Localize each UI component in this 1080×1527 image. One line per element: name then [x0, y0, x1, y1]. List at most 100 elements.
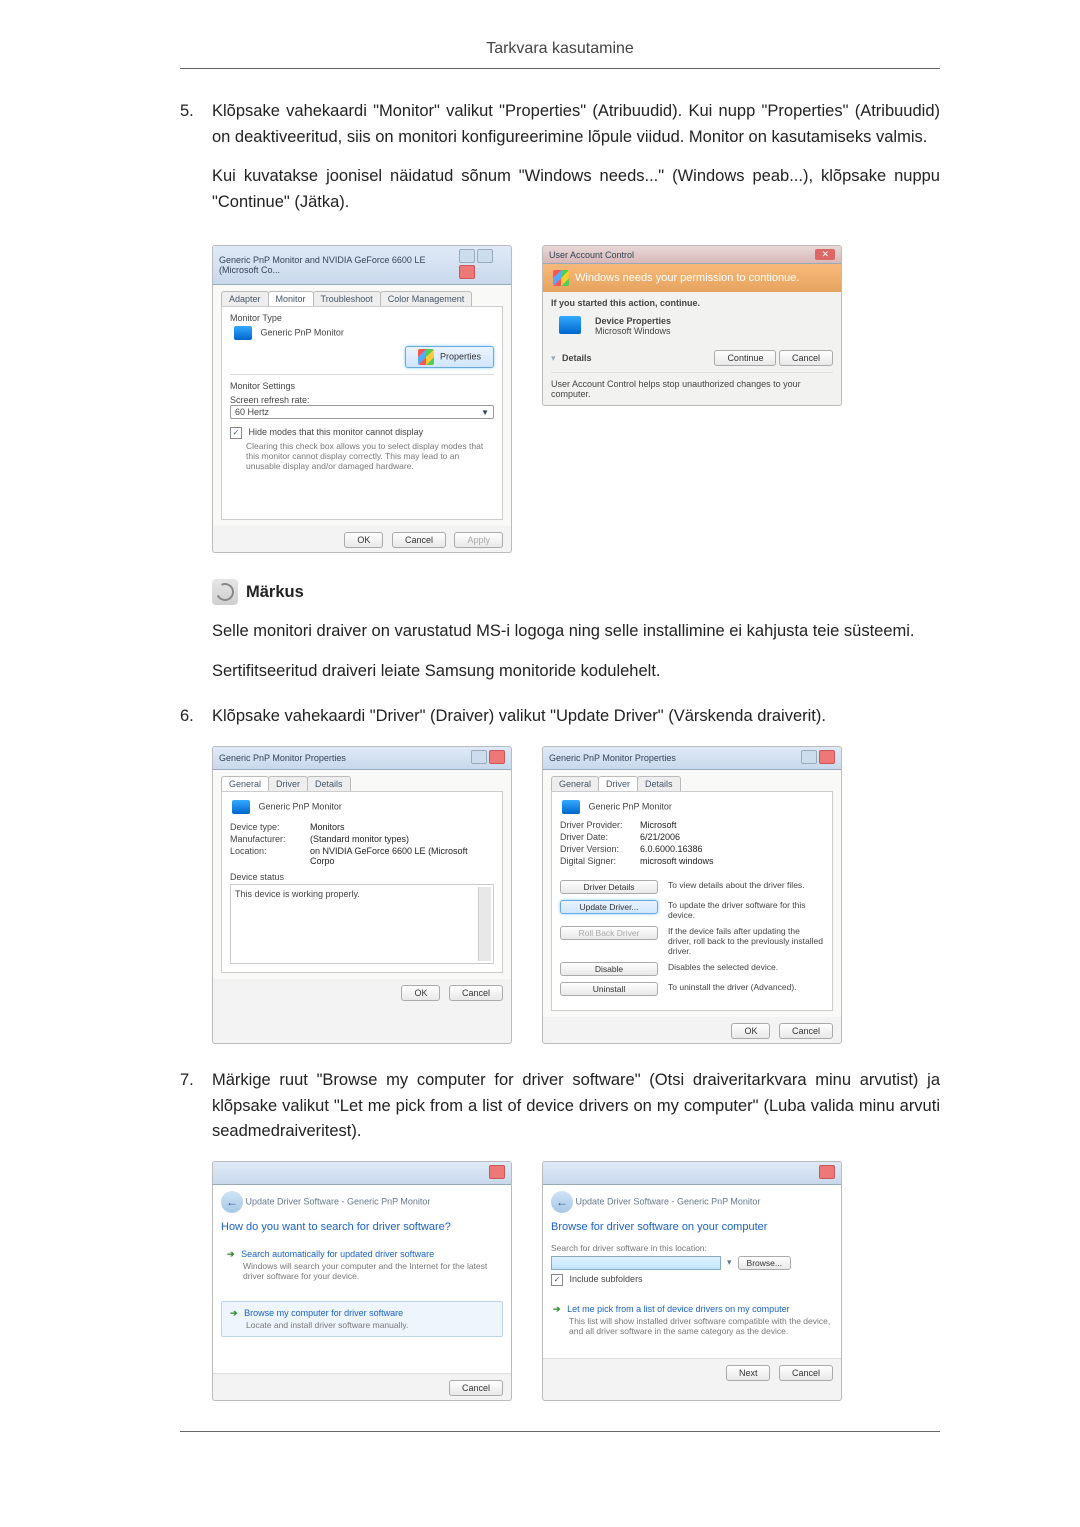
update-driver-button[interactable]: Update Driver...	[560, 900, 658, 914]
driver-details-button[interactable]: Driver Details	[560, 880, 658, 894]
tab-general[interactable]: General	[221, 776, 269, 791]
shield-icon	[553, 270, 569, 286]
close-icon[interactable]	[819, 750, 835, 764]
back-arrow-icon[interactable]: ←	[221, 1191, 243, 1213]
cancel-button[interactable]: Cancel	[779, 1023, 833, 1039]
step-5-text2: Kui kuvatakse joonisel näidatud sõnum "W…	[212, 164, 940, 215]
uninstall-driver-button[interactable]: Uninstall	[560, 982, 658, 996]
tab-general[interactable]: General	[551, 776, 599, 791]
screenshot-row-1: Generic PnP Monitor and NVIDIA GeForce 6…	[212, 245, 940, 553]
hide-modes-checkbox[interactable]	[230, 427, 246, 437]
window-titlebar	[543, 1162, 841, 1185]
ok-button[interactable]: OK	[344, 532, 383, 548]
option-browse-computer[interactable]: ➔ Browse my computer for driver software…	[221, 1301, 503, 1337]
tab-driver[interactable]: Driver	[598, 776, 638, 791]
driver-provider-value: Microsoft	[640, 820, 824, 830]
close-icon[interactable]: ✕	[815, 249, 835, 260]
window-buttons	[799, 750, 835, 766]
option-pick-from-list[interactable]: ➔ Let me pick from a list of device driv…	[553, 1304, 831, 1315]
window-title: Generic PnP Monitor Properties	[549, 753, 676, 763]
uac-banner-text: Windows needs your permission to contion…	[575, 272, 799, 284]
window-titlebar: Generic PnP Monitor Properties	[543, 747, 841, 770]
tab-details[interactable]: Details	[637, 776, 681, 791]
screenshot-row-2: Generic PnP Monitor Properties General D…	[212, 746, 940, 1044]
monitor-name: Generic PnP Monitor	[261, 328, 344, 338]
cancel-button[interactable]: Cancel	[449, 985, 503, 1001]
step-5-text: Klõpsake vahekaardi "Monitor" valikut "P…	[212, 99, 940, 150]
program-icon	[559, 316, 581, 334]
uac-program-name: Device Properties	[595, 316, 671, 326]
window-titlebar: Generic PnP Monitor and NVIDIA GeForce 6…	[213, 246, 511, 285]
location-key: Location:	[230, 846, 310, 866]
include-subfolders-checkbox[interactable]	[551, 1274, 567, 1284]
location-value: on NVIDIA GeForce 6600 LE (Microsoft Cor…	[310, 846, 494, 866]
cancel-button[interactable]: Cancel	[392, 532, 446, 548]
uac-banner: Windows needs your permission to contion…	[543, 264, 841, 292]
step-6: 6. Klõpsake vahekaardi "Driver" (Draiver…	[180, 704, 940, 730]
uninstall-driver-desc: To uninstall the driver (Advanced).	[668, 982, 824, 992]
driver-version-value: 6.0.6000.16386	[640, 844, 824, 854]
browse-button[interactable]: Browse...	[738, 1256, 791, 1270]
cancel-button[interactable]: Cancel	[779, 1365, 833, 1381]
digital-signer-key: Digital Signer:	[560, 856, 640, 866]
monitor-icon	[562, 800, 580, 814]
arrow-right-icon: ➔	[227, 1249, 235, 1259]
back-arrow-icon[interactable]: ←	[551, 1191, 573, 1213]
driver-provider-key: Driver Provider:	[560, 820, 640, 830]
window-buttons	[817, 1165, 835, 1181]
chevron-down-icon[interactable]: ▾	[727, 1257, 732, 1268]
window-title: Generic PnP Monitor Properties	[219, 753, 346, 763]
ok-button[interactable]: OK	[731, 1023, 770, 1039]
tab-troubleshoot[interactable]: Troubleshoot	[313, 291, 381, 306]
continue-button[interactable]: Continue	[714, 350, 776, 366]
arrow-right-icon: ➔	[553, 1304, 561, 1314]
ok-button[interactable]: OK	[401, 985, 440, 1001]
window-buttons	[457, 249, 505, 281]
tab-monitor[interactable]: Monitor	[268, 291, 314, 306]
window-titlebar: Generic PnP Monitor Properties	[213, 747, 511, 770]
digital-signer-value: microsoft windows	[640, 856, 824, 866]
tab-color-management[interactable]: Color Management	[380, 291, 473, 306]
window-buttons	[469, 750, 505, 766]
monitor-settings-label: Monitor Settings	[230, 381, 494, 391]
tab-adapter[interactable]: Adapter	[221, 291, 269, 306]
tab-strip: Adapter Monitor Troubleshoot Color Manag…	[221, 291, 503, 306]
roll-back-driver-button: Roll Back Driver	[560, 926, 658, 940]
footer-rule	[180, 1431, 940, 1432]
apply-button: Apply	[454, 532, 503, 548]
driver-version-key: Driver Version:	[560, 844, 640, 854]
disable-driver-button[interactable]: Disable	[560, 962, 658, 976]
step-5-number: 5.	[180, 99, 212, 229]
include-subfolders-label: Include subfolders	[570, 1274, 643, 1284]
option-auto-search-title: Search automatically for updated driver …	[241, 1249, 434, 1259]
hide-modes-description: Clearing this check box allows you to se…	[246, 441, 494, 471]
option-auto-search[interactable]: ➔ Search automatically for updated drive…	[227, 1249, 497, 1260]
next-button[interactable]: Next	[726, 1365, 771, 1381]
option-pick-from-list-title: Let me pick from a list of device driver…	[567, 1304, 790, 1314]
location-input[interactable]	[551, 1256, 721, 1270]
driver-date-value: 6/21/2006	[640, 832, 824, 842]
wizard-heading: Browse for driver software on your compu…	[551, 1221, 833, 1233]
monitor-type-label: Monitor Type	[230, 313, 494, 323]
tab-details[interactable]: Details	[307, 776, 351, 791]
step-6-text: Klõpsake vahekaardi "Driver" (Draiver) v…	[212, 704, 940, 730]
uac-footer-text: User Account Control helps stop unauthor…	[551, 379, 833, 399]
step-7-text: Märkige ruut "Browse my computer for dri…	[212, 1068, 940, 1145]
close-icon[interactable]	[819, 1165, 835, 1179]
close-icon[interactable]	[489, 750, 505, 764]
tab-driver[interactable]: Driver	[268, 776, 308, 791]
driver-date-key: Driver Date:	[560, 832, 640, 842]
refresh-rate-select[interactable]: 60 Hertz ▼	[230, 405, 494, 419]
dialog-button-row: Next Cancel	[543, 1358, 841, 1385]
option-browse-computer-desc: Locate and install driver software manua…	[246, 1320, 494, 1330]
close-icon[interactable]	[489, 1165, 505, 1179]
properties-button[interactable]: Properties	[405, 346, 494, 368]
cancel-button[interactable]: Cancel	[449, 1380, 503, 1396]
cancel-button[interactable]: Cancel	[779, 350, 833, 366]
note-paragraph-2: Sertifitseeritud draiveri leiate Samsung…	[212, 659, 940, 685]
note-icon	[212, 579, 238, 605]
close-icon[interactable]	[459, 265, 475, 279]
dialog-button-row: OK Cancel	[213, 979, 511, 1005]
scrollbar[interactable]	[478, 887, 491, 961]
details-toggle[interactable]: ▾ Details	[551, 353, 592, 364]
